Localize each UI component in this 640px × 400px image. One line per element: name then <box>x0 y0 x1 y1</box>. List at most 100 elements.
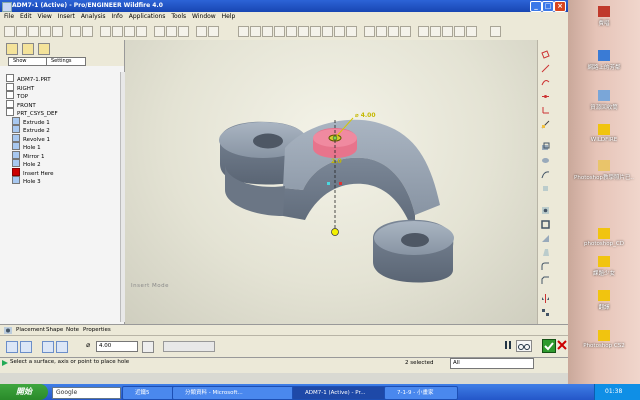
graphics-window[interactable]: ⌀ 4.00 2.0 Insert Mode <box>125 40 537 324</box>
sketch-curve-icon[interactable] <box>541 78 550 87</box>
hidden-line-icon[interactable] <box>376 26 387 37</box>
variable-sweep-icon[interactable] <box>541 170 550 179</box>
menu-info[interactable]: Info <box>111 12 122 22</box>
window-titlebar[interactable]: ADM7-1 (Active) - Pro/ENGINEER Wildfire … <box>0 0 568 12</box>
spin-center-icon[interactable] <box>250 26 261 37</box>
pattern-icon[interactable] <box>541 308 550 317</box>
start-button[interactable]: 開始 <box>0 384 48 400</box>
close-window-icon[interactable] <box>208 26 219 37</box>
task-item-active[interactable]: ADM7-1 (Active) - Pr... <box>292 386 394 400</box>
chamfer-icon[interactable] <box>541 276 550 285</box>
depth-option-icon[interactable] <box>142 341 154 353</box>
sketched-profile-icon[interactable] <box>56 341 68 353</box>
draft-icon[interactable] <box>541 248 550 257</box>
paste-icon[interactable] <box>124 26 135 37</box>
tree-item[interactable]: Hole 3 <box>12 176 41 185</box>
cut-icon[interactable] <box>100 26 111 37</box>
mirror-icon[interactable] <box>541 294 550 303</box>
cancel-button[interactable] <box>557 339 567 351</box>
shell-icon[interactable] <box>541 220 550 229</box>
zoom-out-icon[interactable] <box>286 26 297 37</box>
desktop-icon[interactable]: 翻譯 <box>568 290 640 311</box>
datum-planes-icon[interactable] <box>418 26 429 37</box>
reorient-icon[interactable] <box>310 26 321 37</box>
save-icon[interactable] <box>28 26 39 37</box>
email-icon[interactable] <box>52 26 63 37</box>
tab-properties[interactable]: Properties <box>83 327 111 333</box>
desktop-icon[interactable]: Photoshop CS2 <box>568 330 640 349</box>
window-icon[interactable] <box>196 26 207 37</box>
revolve-icon[interactable] <box>541 156 550 165</box>
annotation-icon[interactable] <box>466 26 477 37</box>
datum-plane-icon[interactable] <box>541 50 550 59</box>
orient-mode-icon[interactable] <box>262 26 273 37</box>
preview-button[interactable] <box>516 340 532 352</box>
menu-view[interactable]: View <box>38 12 52 22</box>
google-toolbar[interactable]: Google <box>52 387 121 399</box>
desktop-icon[interactable]: photoshop_CD <box>568 228 640 247</box>
extrude-icon[interactable] <box>541 142 550 151</box>
datum-axis-icon[interactable] <box>541 64 550 73</box>
repaint-icon[interactable] <box>238 26 249 37</box>
undo-icon[interactable] <box>70 26 81 37</box>
apply-button[interactable] <box>542 339 556 353</box>
maximize-button[interactable]: □ <box>542 1 554 12</box>
coordinate-systems-icon[interactable] <box>454 26 465 37</box>
predefined-profile-icon[interactable] <box>42 341 54 353</box>
menu-analysis[interactable]: Analysis <box>81 12 106 22</box>
desktop-icon[interactable]: 資源回收筒 <box>568 90 640 111</box>
zoom-in-icon[interactable] <box>274 26 285 37</box>
desktop-icon[interactable]: 費唱 <box>568 6 640 27</box>
select-box-icon[interactable] <box>178 26 189 37</box>
diameter-dimension[interactable]: ⌀ 4.00 <box>355 112 376 119</box>
desktop-icon[interactable]: Photoshop教學照片已.. <box>568 160 640 181</box>
menu-window[interactable]: Window <box>192 12 216 22</box>
tab-placement[interactable]: Placement <box>16 327 45 333</box>
rib-icon[interactable] <box>541 234 550 243</box>
redo-icon[interactable] <box>82 26 93 37</box>
find-icon[interactable] <box>166 26 177 37</box>
sketch-tool-icon[interactable] <box>541 120 550 129</box>
pause-button[interactable] <box>504 340 512 350</box>
selection-filter-dropdown[interactable]: All <box>450 358 534 369</box>
favorites-tab-icon[interactable] <box>38 43 50 55</box>
desktop-icon[interactable]: 課題少女 <box>568 256 640 277</box>
menu-edit[interactable]: Edit <box>20 12 32 22</box>
datum-points-icon[interactable] <box>442 26 453 37</box>
layers-icon[interactable] <box>334 26 345 37</box>
minimize-button[interactable]: _ <box>530 1 542 12</box>
datum-point-icon[interactable] <box>541 92 550 101</box>
coordinate-system-icon[interactable] <box>541 106 550 115</box>
context-help-icon[interactable] <box>490 26 501 37</box>
simple-hole-icon[interactable] <box>6 341 18 353</box>
show-dropdown[interactable]: Show <box>8 57 48 66</box>
datum-axes-icon[interactable] <box>430 26 441 37</box>
wireframe-icon[interactable] <box>364 26 375 37</box>
refit-icon[interactable] <box>298 26 309 37</box>
saved-views-icon[interactable] <box>322 26 333 37</box>
tab-note[interactable]: Note <box>66 327 79 333</box>
task-item[interactable]: 7-1-9 - 小畫家 <box>384 386 458 400</box>
hole-icon[interactable] <box>541 206 550 215</box>
regenerate-icon[interactable] <box>154 26 165 37</box>
folder-browser-tab-icon[interactable] <box>22 43 34 55</box>
desktop-icon[interactable]: WILDFIRE <box>568 124 640 143</box>
blend-icon[interactable] <box>541 184 550 193</box>
shading-icon[interactable] <box>400 26 411 37</box>
diameter-input[interactable]: 4.00 <box>96 341 138 352</box>
view-manager-icon[interactable] <box>346 26 357 37</box>
close-button[interactable]: × <box>554 1 566 12</box>
menu-help[interactable]: Help <box>222 12 236 22</box>
task-item[interactable]: 分類資料 - Microsoft... <box>172 386 302 400</box>
no-hidden-icon[interactable] <box>388 26 399 37</box>
settings-dropdown[interactable]: Settings <box>46 57 86 66</box>
depth-reference-field[interactable] <box>163 341 215 352</box>
menu-tools[interactable]: Tools <box>171 12 186 22</box>
model-tree-tab-icon[interactable] <box>6 43 18 55</box>
menu-applications[interactable]: Applications <box>129 12 166 22</box>
print-icon[interactable] <box>40 26 51 37</box>
round-icon[interactable] <box>541 262 550 271</box>
menu-insert[interactable]: Insert <box>58 12 75 22</box>
depth-dimension[interactable]: 2.0 <box>331 158 342 165</box>
new-file-icon[interactable] <box>4 26 15 37</box>
